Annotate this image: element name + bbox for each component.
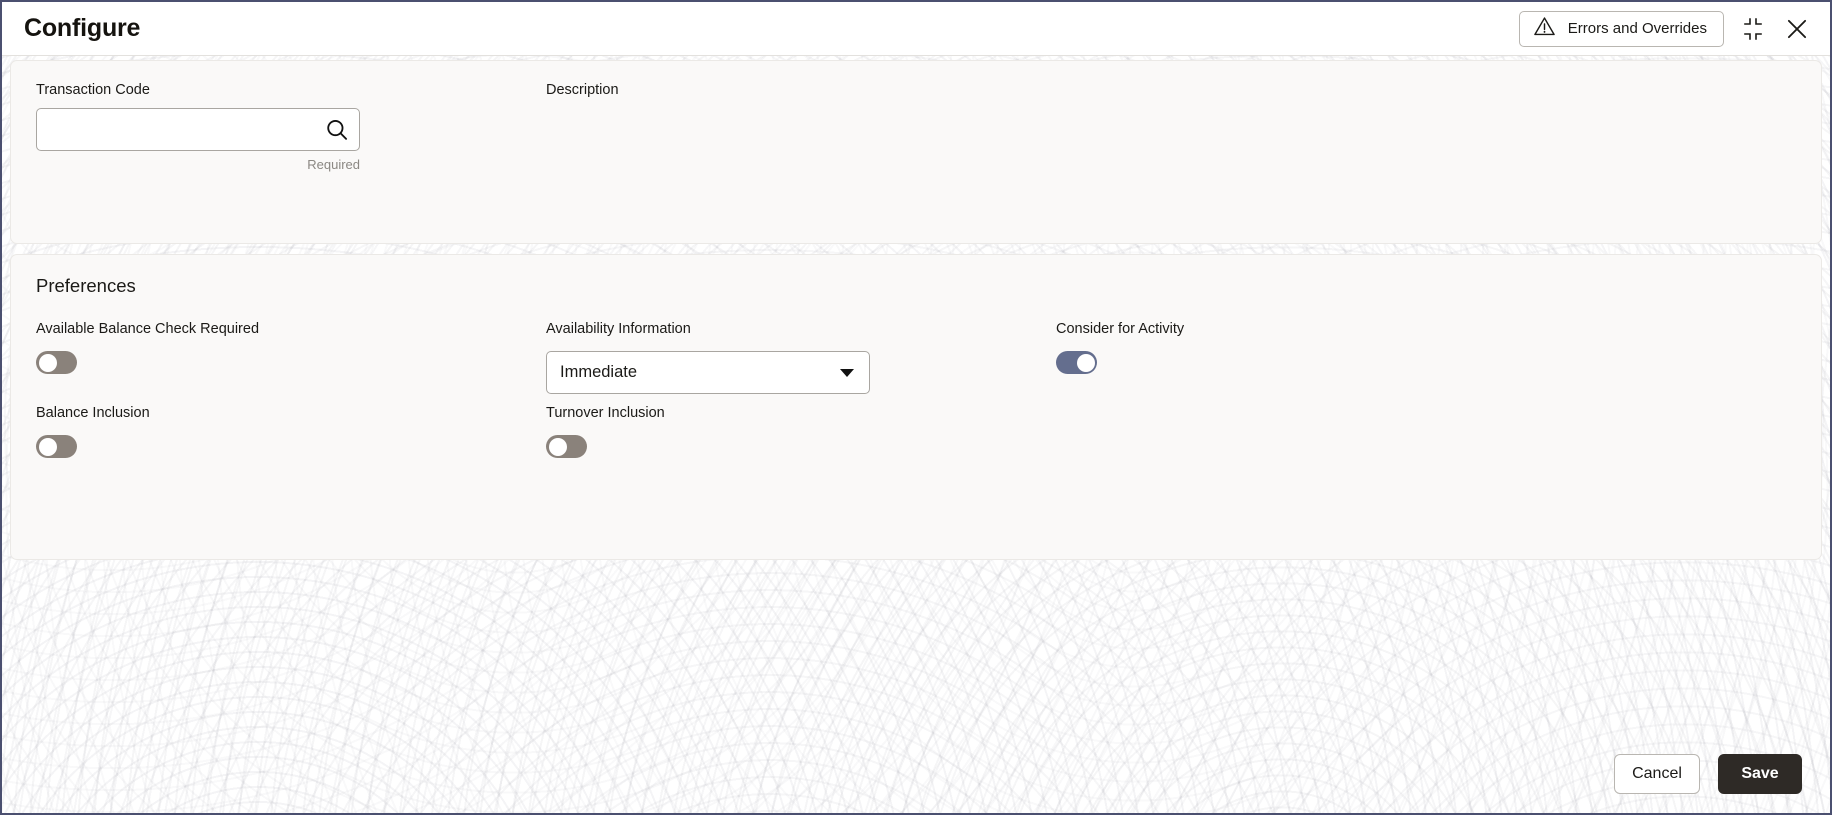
- toggle-knob: [548, 437, 567, 456]
- consider-for-activity-toggle[interactable]: [1056, 351, 1097, 374]
- toggle-knob: [38, 437, 57, 456]
- errors-and-overrides-label: Errors and Overrides: [1567, 20, 1707, 37]
- page-title: Configure: [24, 14, 141, 42]
- titlebar-actions: Errors and Overrides: [1518, 10, 1812, 47]
- description-label: Description: [546, 82, 619, 98]
- available-balance-check-label: Available Balance Check Required: [36, 321, 260, 337]
- turnover-inclusion-toggle[interactable]: [546, 435, 587, 458]
- available-balance-check-toggle[interactable]: [36, 351, 77, 374]
- dialog-titlebar: Configure Errors and Overrides: [2, 2, 1830, 56]
- chevron-down-icon: [840, 368, 854, 377]
- balance-inclusion-field: Balance Inclusion: [36, 405, 150, 458]
- availability-information-value: Immediate: [560, 363, 638, 381]
- balance-inclusion-toggle[interactable]: [36, 435, 77, 458]
- collapse-corners-icon[interactable]: [1738, 14, 1768, 44]
- configure-dialog-window: Configure Errors and Overrides Transacti…: [0, 0, 1832, 815]
- availability-information-label: Availability Information: [546, 321, 691, 337]
- search-icon[interactable]: [323, 116, 351, 144]
- turnover-inclusion-field: Turnover Inclusion: [546, 405, 665, 458]
- preferences-section-title: Preferences: [36, 275, 136, 296]
- balance-inclusion-label: Balance Inclusion: [36, 405, 150, 421]
- consider-for-activity-field: Consider for Activity: [1056, 321, 1184, 374]
- transaction-code-helper-text: Required: [307, 157, 360, 172]
- toggle-knob: [1076, 353, 1095, 372]
- turnover-inclusion-label: Turnover Inclusion: [546, 405, 665, 421]
- transaction-code-field: [36, 108, 360, 151]
- transaction-code-card: Transaction Code Required Description: [10, 60, 1822, 244]
- toggle-knob: [38, 353, 57, 372]
- availability-information-field: Availability Information Immediate: [546, 321, 870, 394]
- save-button[interactable]: Save: [1718, 754, 1802, 794]
- availability-information-select[interactable]: Immediate: [546, 351, 870, 394]
- transaction-code-label: Transaction Code: [36, 82, 150, 98]
- close-x-icon[interactable]: [1782, 14, 1812, 44]
- available-balance-check-field: Available Balance Check Required: [36, 321, 259, 374]
- warning-triangle-icon: [1533, 15, 1556, 42]
- dialog-footer: Cancel Save: [2, 735, 1830, 813]
- errors-and-overrides-button[interactable]: Errors and Overrides: [1518, 10, 1724, 47]
- cancel-button[interactable]: Cancel: [1614, 754, 1700, 794]
- transaction-code-input[interactable]: [36, 108, 360, 151]
- preferences-card: Preferences Available Balance Check Requ…: [10, 254, 1822, 560]
- consider-for-activity-label: Consider for Activity: [1056, 321, 1185, 337]
